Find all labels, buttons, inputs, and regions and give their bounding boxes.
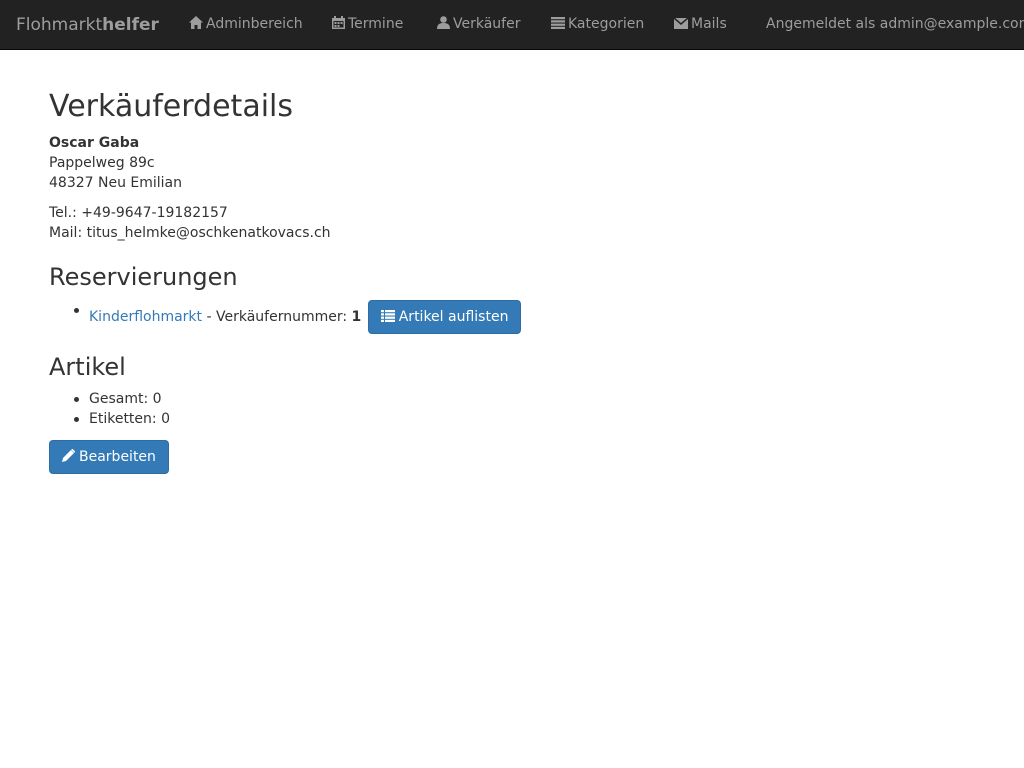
reservations-heading: Reservierungen (49, 263, 238, 291)
seller-contact: Tel.: +49-9647-19182157 Mail: titus_helm… (49, 203, 331, 243)
list-icon (380, 310, 395, 322)
seller-number-label: - Verkäufernummer: (202, 309, 352, 325)
page-title: Verkäuferdetails (49, 89, 293, 124)
list-icon (551, 17, 565, 29)
reservation-item: Kinderflohmarkt - Verkäufernummer: 1 Art… (49, 300, 522, 334)
reservations-list: Kinderflohmarkt - Verkäufernummer: 1 Art… (49, 300, 522, 334)
pencil-icon (62, 448, 76, 462)
market-link[interactable]: Kinderflohmarkt (89, 309, 202, 325)
articles-list: Gesamt: 0 Etiketten: 0 (49, 389, 170, 429)
brand-logo[interactable]: Flohmarkthelfer (16, 0, 159, 49)
nav-item-termine[interactable]: Termine (332, 0, 403, 49)
envelope-icon (673, 17, 689, 29)
articles-heading: Artikel (49, 353, 126, 381)
logged-in-user-text: Angemeldet als admin@example.com (766, 16, 1024, 32)
seller-address: Oscar Gaba Pappelweg 89c 48327 Neu Emili… (49, 133, 182, 193)
seller-name: Oscar Gaba (49, 135, 140, 151)
nav-item-mails[interactable]: Mails (673, 0, 727, 49)
seller-mail: Mail: titus_helmke@oschkenatkovacs.ch (49, 225, 331, 241)
home-icon (189, 16, 203, 29)
articles-total: Gesamt: 0 (49, 389, 170, 409)
seller-phone: Tel.: +49-9647-19182157 (49, 205, 228, 221)
calendar-icon (332, 16, 345, 29)
nav-item-kategorien[interactable]: Kategorien (551, 0, 644, 49)
top-navbar: Flohmarkthelfer Adminbereich Termine Ver… (0, 0, 1024, 50)
articles-labels: Etiketten: 0 (49, 409, 170, 429)
user-icon (437, 16, 450, 29)
nav-item-adminbereich[interactable]: Adminbereich (189, 0, 303, 49)
edit-button[interactable]: Bearbeiten (49, 440, 169, 474)
seller-street: Pappelweg 89c (49, 155, 155, 171)
seller-number: 1 (351, 309, 362, 325)
list-articles-button[interactable]: Artikel auflisten (367, 300, 522, 334)
seller-city: 48327 Neu Emilian (49, 175, 182, 191)
nav-item-verkaeufer[interactable]: Verkäufer (437, 0, 520, 49)
